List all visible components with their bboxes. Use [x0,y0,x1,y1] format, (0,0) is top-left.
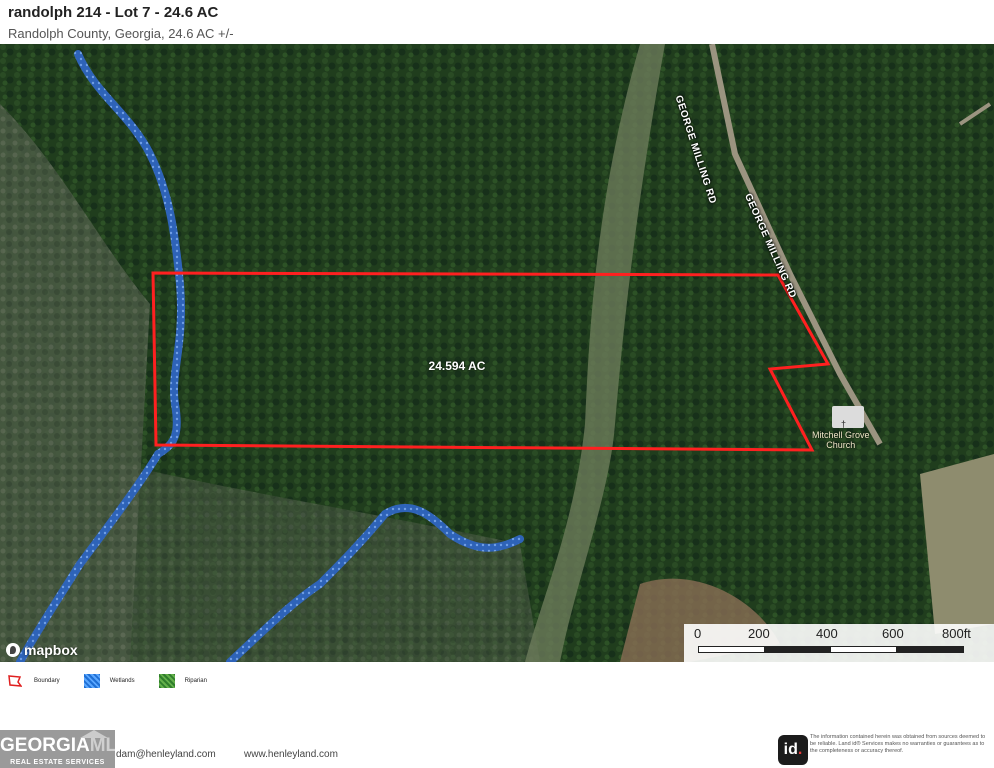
contact-email[interactable]: dam@henleyland.com [116,749,216,760]
id-logo-dot: . [797,741,803,758]
page-title: randolph 214 - Lot 7 - 24.6 AC [8,4,219,21]
land-id-logo: id. [778,735,808,765]
page-subtitle: Randolph County, Georgia, 24.6 AC +/- [8,26,234,41]
legend-item-boundary: Boundary [8,675,60,687]
church-label-line2: Church [826,440,856,450]
scale-tick: 600 [882,626,904,641]
scale-segment [698,646,766,653]
church-label: Mitchell Grove Church [812,430,870,450]
logo-text-mls: MLS [89,735,115,756]
map-canvas [0,44,994,662]
mapbox-attribution[interactable]: mapbox [6,642,78,658]
scale-tick: 0 [694,626,702,641]
wetlands-swatch-icon [83,674,100,688]
legend-item-riparian: Riparian [158,674,207,688]
scale-bar: 0 200 400 600 800ft [684,624,994,662]
scale-tick: 800ft [942,626,971,641]
contact-website[interactable]: www.henleyland.com [244,749,338,760]
parcel-acreage-label: 24.594 AC [428,359,486,373]
logo-subtext: REAL ESTATE SERVICES [10,759,105,766]
georgia-mls-logo: GEORGIAMLS REAL ESTATE SERVICES [0,730,115,768]
mapbox-attribution-text: mapbox [24,642,78,658]
header: randolph 214 - Lot 7 - 24.6 AC Randolph … [8,4,234,42]
scale-segment [896,646,964,653]
map-view[interactable]: 24.594 AC GEORGE MILLING RD GEORGE MILLI… [0,44,994,662]
legend-label: Riparian [184,678,207,684]
legend-label: Boundary [34,678,60,684]
scale-segment [830,646,898,653]
legend-item-wetlands: Wetlands [83,674,135,688]
scale-tick: 400 [816,626,838,641]
roof-icon [80,730,108,738]
mapbox-logo-icon [6,643,20,657]
boundary-icon [8,675,22,687]
scale-segment [764,646,832,653]
map-legend: Boundary Wetlands Riparian [8,674,231,688]
church-building [832,406,864,428]
legend-label: Wetlands [109,678,135,684]
church-icon: † [841,419,847,429]
riparian-swatch-icon [158,674,175,688]
logo-text-georgia: GEORGIA [0,735,90,756]
disclaimer-text: The information contained herein was obt… [810,734,986,754]
id-logo-text: id [783,741,798,758]
church-label-line1: Mitchell Grove [812,430,870,440]
scale-tick: 200 [748,626,770,641]
